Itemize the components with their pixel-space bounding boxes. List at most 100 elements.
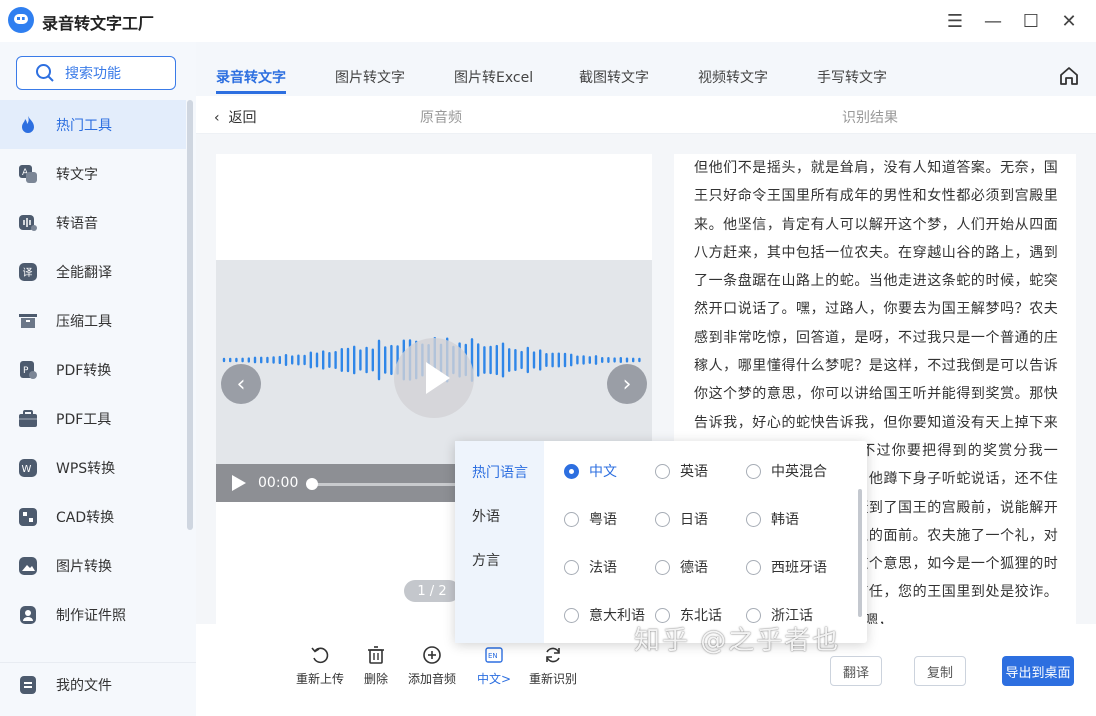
export-button[interactable]: 导出到桌面: [1002, 656, 1074, 686]
refresh-icon: [542, 644, 564, 666]
lang-option-english[interactable]: 英语: [655, 461, 708, 481]
lang-option-spanish[interactable]: 西班牙语: [746, 557, 827, 577]
my-files-link[interactable]: 我的文件: [0, 662, 196, 706]
menu-icon[interactable]: ☰: [942, 8, 968, 34]
add-audio-button[interactable]: 添加音频: [408, 644, 456, 687]
tab-screenshot-to-text[interactable]: 截图转文字: [579, 67, 649, 87]
sidebar-item-translate[interactable]: 译 全能翻译: [0, 247, 186, 296]
lang-option-label: 中英混合: [771, 464, 827, 480]
wps-icon: W: [18, 458, 38, 478]
tab-image-to-text[interactable]: 图片转文字: [335, 67, 405, 87]
sidebar-item-pdf-tools[interactable]: PDF工具: [0, 394, 186, 443]
lang-option-chinese[interactable]: 中文: [564, 461, 617, 481]
lang-option-label: 日语: [680, 512, 708, 528]
language-categories: 热门语言 外语 方言: [455, 441, 544, 643]
radio-icon: [746, 463, 761, 479]
play-overlay-button[interactable]: [394, 338, 474, 418]
sidebar-item-label: WPS转换: [56, 460, 116, 477]
sidebar: 搜索功能 热门工具 A 转文字 转语音 译 全能翻译 压缩工具 P PDF转换 …: [0, 42, 196, 716]
sidebar-item-label: PDF转换: [56, 362, 112, 379]
cad-icon: [18, 507, 38, 527]
undo-icon: [309, 644, 331, 666]
sidebar-item-label: 热门工具: [56, 117, 112, 134]
sidebar-item-label: PDF工具: [56, 411, 112, 428]
lang-option-japanese[interactable]: 日语: [655, 509, 708, 529]
home-icon[interactable]: [1058, 65, 1080, 87]
lang-option-label: 英语: [680, 464, 708, 480]
svg-text:W: W: [22, 464, 32, 475]
lang-option-korean[interactable]: 韩语: [746, 509, 799, 529]
result-label: 识别结果: [842, 110, 898, 126]
sidebar-item-label: CAD转换: [56, 509, 115, 526]
trash-icon: [365, 644, 387, 666]
sidebar-item-label: 转文字: [56, 166, 98, 183]
tab-video-to-text[interactable]: 视频转文字: [698, 67, 768, 87]
my-files-label: 我的文件: [56, 677, 112, 694]
sidebar-item-label: 转语音: [56, 215, 98, 232]
lang-option-label: 法语: [589, 560, 617, 576]
category-dialect[interactable]: 方言: [472, 550, 500, 570]
lang-option-label: 西班牙语: [771, 560, 827, 576]
sidebar-scrollbar[interactable]: [187, 100, 193, 530]
dropdown-scrollbar[interactable]: [858, 489, 862, 617]
progress-knob[interactable]: [306, 478, 318, 490]
sub-header: ‹ 返回 原音频 识别结果: [196, 96, 1096, 134]
sidebar-item-image-convert[interactable]: 图片转换: [0, 541, 186, 590]
title-bar: 录音转文字工厂 ☰ — ☐ ✕: [0, 0, 1096, 42]
add-audio-label: 添加音频: [408, 672, 457, 686]
language-button[interactable]: EN 中文>: [477, 644, 511, 687]
re-recognize-button[interactable]: 重新识别: [529, 644, 577, 687]
sidebar-item-hot-tools[interactable]: 热门工具: [0, 100, 186, 149]
close-button[interactable]: ✕: [1056, 8, 1082, 34]
next-arrow-button[interactable]: ›: [607, 364, 647, 404]
sidebar-item-cad-convert[interactable]: CAD转换: [0, 492, 186, 541]
app-title: 录音转文字工厂: [42, 14, 155, 33]
lang-option-mixed[interactable]: 中英混合: [746, 461, 827, 481]
search-icon: [36, 64, 54, 82]
minimize-button[interactable]: —: [980, 8, 1006, 34]
folder-icon: [18, 675, 38, 695]
category-popular[interactable]: 热门语言: [472, 462, 528, 482]
search-button[interactable]: 搜索功能: [16, 56, 176, 90]
lang-option-german[interactable]: 德语: [655, 557, 708, 577]
radio-icon: [564, 607, 579, 623]
sidebar-item-to-voice[interactable]: 转语音: [0, 198, 186, 247]
tab-handwriting-to-text[interactable]: 手写转文字: [817, 67, 887, 87]
maximize-button[interactable]: ☐: [1018, 8, 1044, 34]
sidebar-item-label: 图片转换: [56, 558, 112, 575]
watermark-text: 知乎 @之乎者也: [634, 626, 841, 656]
lang-option-italian[interactable]: 意大利语: [564, 605, 645, 625]
original-audio-label: 原音频: [420, 110, 462, 126]
sidebar-item-to-text[interactable]: A 转文字: [0, 149, 186, 198]
tab-image-to-excel[interactable]: 图片转Excel: [454, 67, 533, 87]
image-icon: [18, 556, 38, 576]
copy-button[interactable]: 复制: [914, 656, 966, 686]
sidebar-item-id-photo[interactable]: 制作证件照: [0, 590, 186, 639]
lang-option-cantonese[interactable]: 粤语: [564, 509, 617, 529]
tab-audio-to-text[interactable]: 录音转文字: [216, 67, 286, 94]
lang-option-french[interactable]: 法语: [564, 557, 617, 577]
sidebar-nav: 热门工具 A 转文字 转语音 译 全能翻译 压缩工具 P PDF转换 PDF工具…: [0, 100, 186, 639]
sidebar-item-wps-convert[interactable]: W WPS转换: [0, 443, 186, 492]
sidebar-item-pdf-convert[interactable]: P PDF转换: [0, 345, 186, 394]
svg-text:译: 译: [23, 267, 33, 279]
category-foreign[interactable]: 外语: [472, 506, 500, 526]
radio-icon: [564, 511, 579, 527]
back-label: 返回: [228, 110, 257, 126]
lang-option-label: 中文: [589, 464, 617, 480]
delete-label: 删除: [364, 672, 389, 686]
prev-arrow-button[interactable]: ‹: [221, 364, 261, 404]
play-icon[interactable]: [232, 475, 246, 491]
back-button[interactable]: ‹ 返回: [214, 107, 257, 127]
page-indicator: 1 / 2: [404, 580, 460, 602]
sidebar-item-compress[interactable]: 压缩工具: [0, 296, 186, 345]
translate-button[interactable]: 翻译: [830, 656, 882, 686]
search-button-label: 搜索功能: [65, 66, 121, 82]
radio-icon: [564, 559, 579, 575]
translate-icon: 译: [18, 262, 38, 282]
language-badge: EN: [488, 652, 498, 660]
language-dropdown: 热门语言 外语 方言 中文 英语 中英混合 粤语 日语 韩语 法语 德语 西班牙…: [455, 441, 867, 643]
reupload-button[interactable]: 重新上传: [296, 644, 344, 687]
delete-button[interactable]: 删除: [364, 644, 388, 687]
voice-icon: [18, 213, 38, 233]
